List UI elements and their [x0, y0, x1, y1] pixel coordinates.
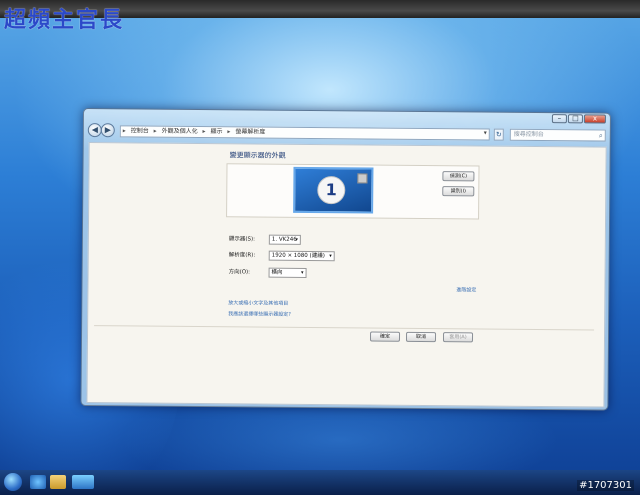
- browser-icon[interactable]: [30, 475, 46, 489]
- navigation-bar: ◀ ▶ ▸ 控制台 ▸ 外觀及個人化 ▸ 顯示 ▸ 螢幕解析度 ▾ ↻ 搜尋控制…: [87, 123, 606, 144]
- orientation-label: 方向(O):: [228, 269, 251, 276]
- search-icon[interactable]: ⌕: [599, 131, 603, 141]
- display-select[interactable]: 1. VK246 ▾: [268, 234, 301, 245]
- breadcrumb-separator: ▸: [227, 128, 231, 136]
- chevron-down-icon: ▾: [301, 269, 304, 276]
- apply-button[interactable]: 套用(A): [442, 332, 474, 343]
- ok-button[interactable]: 確定: [369, 331, 401, 342]
- screen-resolution-window: – □ x ◀ ▶ ▸ 控制台 ▸ 外觀及個人化 ▸ 顯示 ▸ 螢幕解析度 ▾ …: [80, 108, 611, 411]
- divider: [94, 325, 595, 331]
- identify-button[interactable]: 識別(I): [442, 186, 475, 197]
- monitor-icon: [357, 173, 368, 184]
- forward-button[interactable]: ▶: [100, 123, 115, 138]
- photo-id-label: #1707301: [577, 480, 634, 491]
- display-value: 1. VK246: [271, 236, 297, 243]
- chevron-down-icon: ▾: [295, 236, 298, 243]
- advanced-settings-link[interactable]: 進階設定: [456, 286, 476, 293]
- watermark-text: 超頻主官長: [4, 7, 125, 33]
- search-input[interactable]: 搜尋控制台 ⌕: [509, 128, 606, 142]
- breadcrumb-screen-resolution[interactable]: 螢幕解析度: [235, 128, 265, 135]
- address-dropdown-icon[interactable]: ▾: [484, 128, 492, 140]
- page-title: 變更顯示器的外觀: [229, 151, 286, 160]
- media-player-icon[interactable]: [72, 475, 94, 489]
- maximize-button[interactable]: □: [567, 114, 583, 124]
- display-label: 顯示器(S):: [228, 236, 256, 243]
- breadcrumb-separator: ▸: [153, 127, 157, 135]
- back-button[interactable]: ◀: [87, 123, 102, 138]
- orientation-select[interactable]: 橫向 ▾: [268, 267, 307, 278]
- breadcrumb-control-panel[interactable]: 控制台: [131, 127, 149, 134]
- search-placeholder: 搜尋控制台: [513, 130, 544, 139]
- content-pane: 變更顯示器的外觀 1 偵測(C) 識別(I) 顯示器(S): 1. VK246 …: [86, 142, 607, 408]
- breadcrumb-separator: ▸: [122, 127, 126, 135]
- resolution-value: 1920 × 1080 (建議): [271, 252, 325, 260]
- start-button[interactable]: [4, 473, 22, 491]
- breadcrumb-appearance[interactable]: 外觀及個人化: [162, 128, 198, 135]
- monitor-preview-area: 1 偵測(C) 識別(I): [226, 163, 480, 220]
- orientation-value: 橫向: [271, 269, 283, 276]
- cancel-button[interactable]: 取消: [405, 331, 437, 343]
- resolution-label: 解析度(R):: [228, 252, 256, 259]
- breadcrumb-separator: ▸: [202, 128, 206, 136]
- chevron-down-icon: ▾: [329, 253, 332, 260]
- monitor-1-tile[interactable]: 1: [293, 166, 374, 214]
- refresh-button[interactable]: ↻: [493, 128, 504, 141]
- breadcrumb-display[interactable]: 顯示: [210, 128, 222, 135]
- close-button[interactable]: x: [583, 114, 606, 124]
- which-settings-link[interactable]: 我應該選擇哪些顯示器設定?: [228, 310, 291, 318]
- desktop: – □ x ◀ ▶ ▸ 控制台 ▸ 外觀及個人化 ▸ 顯示 ▸ 螢幕解析度 ▾ …: [0, 0, 640, 495]
- folder-icon[interactable]: [50, 475, 66, 489]
- taskbar: [0, 470, 640, 495]
- window-controls: – □ x: [551, 114, 606, 124]
- resolution-select[interactable]: 1920 × 1080 (建議) ▾: [268, 250, 335, 262]
- monitor-number-badge: 1: [317, 176, 346, 205]
- minimize-button[interactable]: –: [551, 114, 567, 124]
- detect-button[interactable]: 偵測(C): [442, 171, 475, 182]
- address-bar[interactable]: ▸ 控制台 ▸ 外觀及個人化 ▸ 顯示 ▸ 螢幕解析度: [119, 125, 490, 141]
- text-size-link[interactable]: 放大或縮小文字及其他項目: [228, 299, 288, 307]
